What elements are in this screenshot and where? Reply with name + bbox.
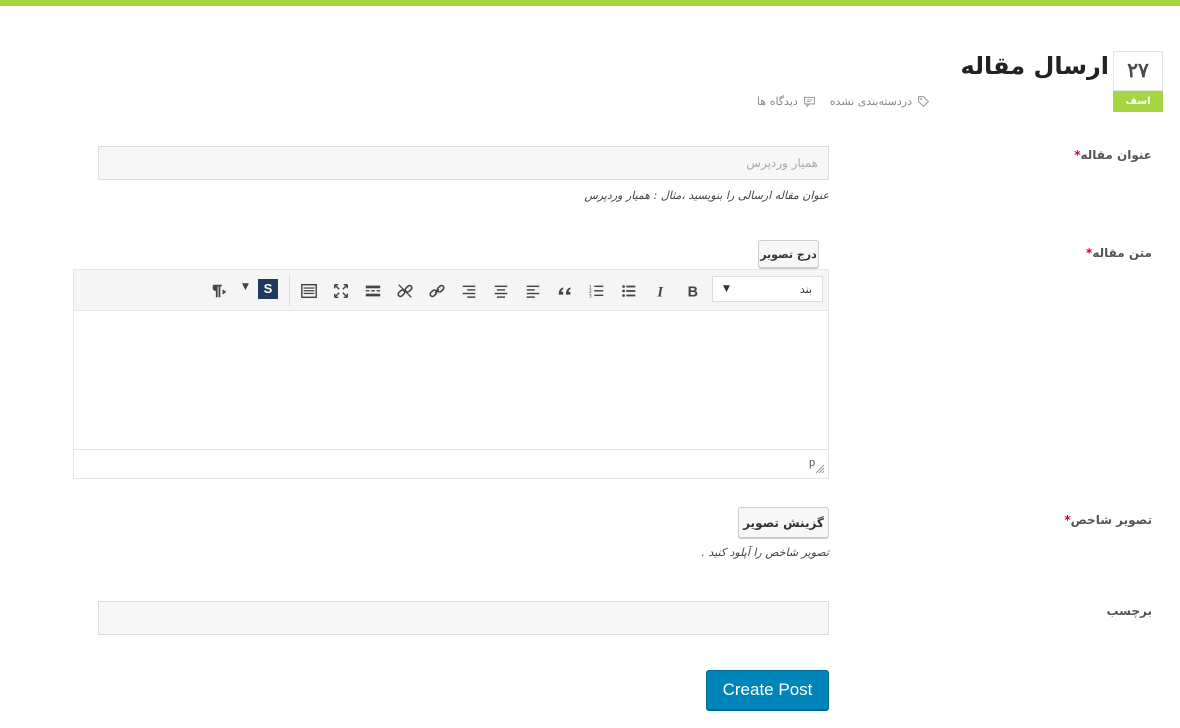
resize-handle-icon[interactable]	[815, 464, 825, 474]
align-center-icon	[494, 285, 508, 298]
title-input[interactable]	[98, 146, 829, 180]
align-left-button[interactable]	[520, 278, 546, 304]
comments-link[interactable]: دیدگاه ها	[757, 95, 816, 108]
unlink-icon	[397, 284, 413, 298]
svg-text:3: 3	[589, 293, 592, 299]
align-right-icon	[462, 285, 476, 298]
tag-icon	[918, 96, 930, 108]
fullscreen-icon	[333, 283, 349, 299]
toolbar-separator	[289, 275, 290, 306]
text-direction-button[interactable]	[206, 278, 232, 304]
chevron-down-icon[interactable]: ▼	[242, 282, 249, 292]
top-accent-bar	[0, 0, 1180, 6]
link-icon	[429, 284, 445, 298]
tags-label: برچسب	[1106, 604, 1152, 618]
format-select-value: بند	[799, 282, 812, 296]
toolbar-toggle-button[interactable]	[296, 278, 322, 304]
link-button[interactable]	[424, 278, 450, 304]
create-post-button[interactable]: Create Post	[706, 670, 829, 710]
bullet-list-icon	[622, 285, 636, 297]
post-date-month: اسف	[1113, 91, 1163, 112]
featured-image-hint: تصویر شاخص را آپلود کنید .	[701, 546, 829, 559]
paragraph-rtl-icon	[212, 284, 227, 298]
category-text: دردسته‌بندی نشده	[829, 95, 912, 108]
choose-image-button[interactable]: گزینش تصویر	[738, 507, 829, 538]
featured-image-label: تصویر شاخص*	[1061, 513, 1152, 527]
italic-icon: I	[656, 284, 663, 300]
align-center-button[interactable]	[488, 278, 514, 304]
editor-statusbar: p	[74, 449, 828, 478]
numbered-list-button[interactable]: 123	[584, 278, 610, 304]
tags-input[interactable]	[98, 601, 829, 635]
post-meta: دردسته‌بندی نشده دیدگاه ها	[757, 95, 930, 108]
align-right-button[interactable]	[456, 278, 482, 304]
content-label-text: متن مقاله	[1092, 246, 1152, 260]
editor-toolbar: بند ▼ B I 123 S ▼	[74, 270, 828, 311]
content-editor: بند ▼ B I 123 S ▼ p	[73, 269, 829, 479]
blockquote-icon	[558, 287, 571, 295]
insert-image-button[interactable]: درج تصویر	[758, 240, 819, 268]
title-hint: عنوان مقاله ارسالی را بنویسید ،مثال : هم…	[584, 189, 829, 202]
fullscreen-button[interactable]	[328, 278, 354, 304]
category-link[interactable]: دردسته‌بندی نشده	[830, 95, 930, 108]
featured-label-text: تصویر شاخص	[1070, 513, 1152, 527]
comment-icon	[803, 96, 815, 108]
unlink-button[interactable]	[392, 278, 418, 304]
title-label-text: عنوان مقاله	[1080, 148, 1152, 162]
shortcode-s-button[interactable]: S	[258, 279, 278, 299]
align-left-icon	[526, 285, 540, 298]
format-select[interactable]: بند ▼	[712, 276, 823, 302]
dropdown-arrow-icon: ▼	[723, 284, 730, 294]
svg-text:B: B	[688, 284, 698, 300]
read-more-button[interactable]	[360, 278, 386, 304]
blockquote-button[interactable]	[552, 278, 578, 304]
editor-content-area[interactable]	[74, 311, 828, 449]
svg-text:I: I	[656, 284, 663, 300]
title-label: عنوان مقاله*	[1071, 148, 1152, 162]
numbered-list-icon: 123	[589, 284, 604, 299]
post-date-badge: ۲۷ اسف	[1113, 51, 1163, 112]
page-title: ارسال مقاله	[960, 52, 1109, 80]
bold-icon: B	[688, 284, 698, 300]
italic-button[interactable]: I	[648, 278, 674, 304]
bold-button[interactable]: B	[680, 278, 706, 304]
toolbar-toggle-icon	[301, 283, 317, 299]
post-date-day: ۲۷	[1113, 51, 1163, 91]
content-label: متن مقاله*	[1083, 246, 1152, 260]
read-more-icon	[365, 285, 381, 297]
bullet-list-button[interactable]	[616, 278, 642, 304]
comments-text: دیدگاه ها	[757, 95, 798, 108]
